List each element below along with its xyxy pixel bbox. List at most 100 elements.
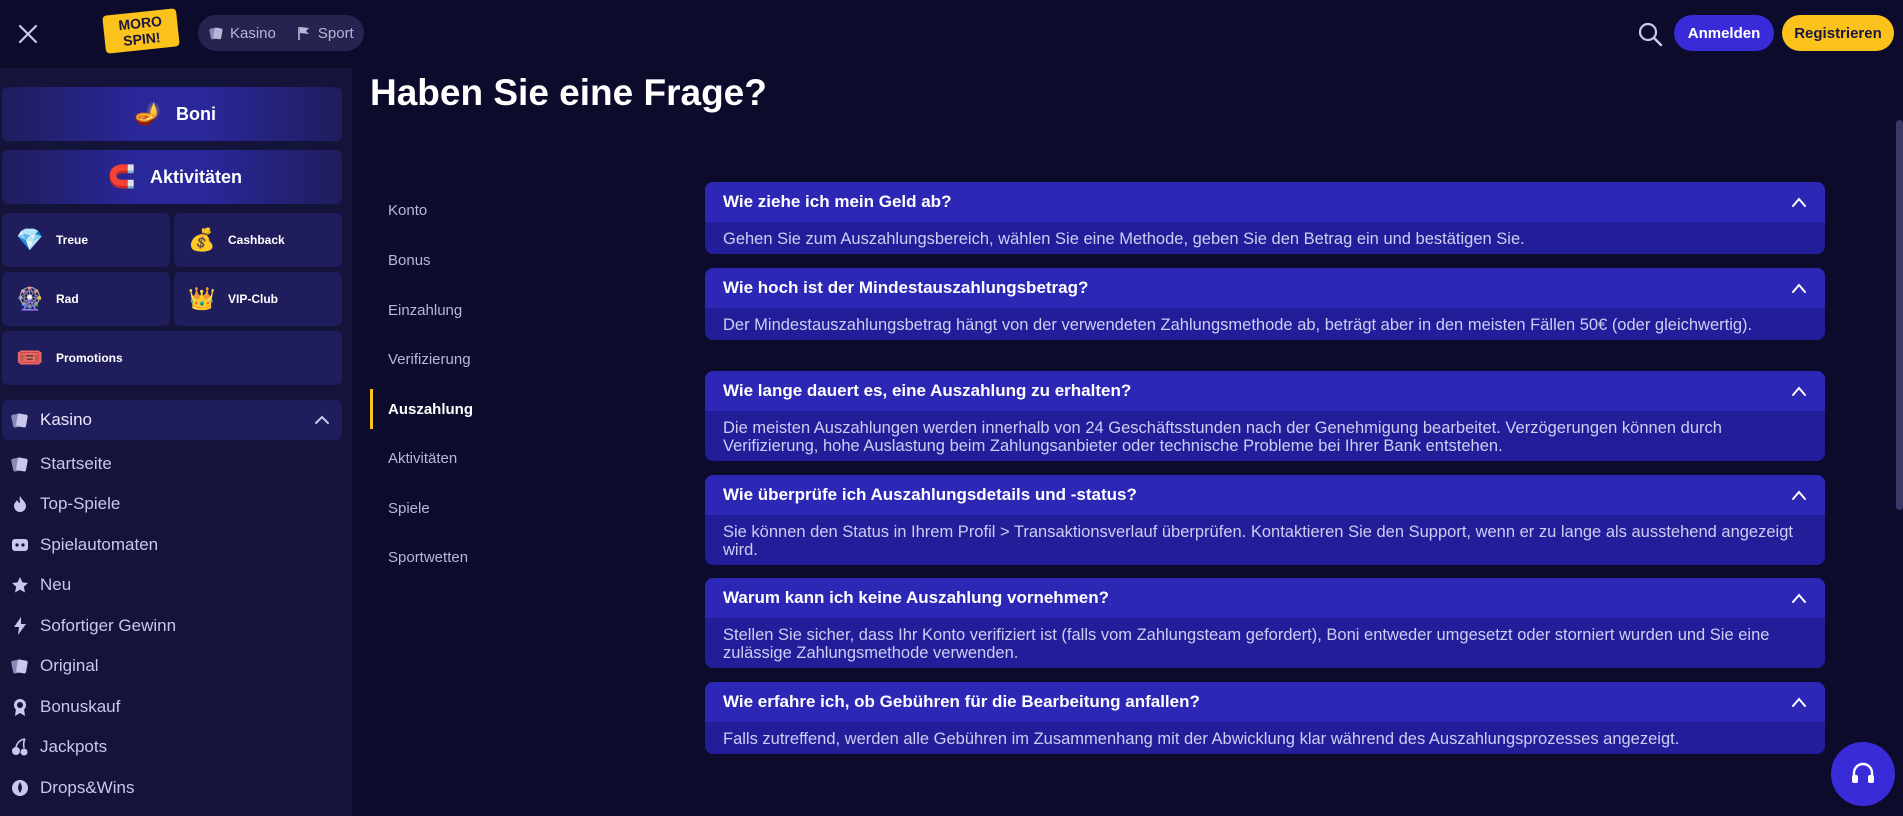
sidebar-item-label: Sofortiger Gewinn (40, 616, 177, 635)
faq-question[interactable]: Wie erfahre ich, ob Gebühren für die Bea… (705, 682, 1825, 722)
promo-cashback[interactable]: 💰 Cashback (174, 213, 342, 267)
chevron-up-icon (1792, 197, 1806, 207)
tab-sport[interactable]: Sport (296, 25, 354, 42)
sidebar-item-top-spiele[interactable]: Top-Spiele (10, 494, 120, 514)
register-button[interactable]: Registrieren (1782, 15, 1894, 51)
faq-answer: Die meisten Auszahlungen werden innerhal… (723, 419, 1722, 455)
cards-icon (209, 27, 223, 40)
top-tabs: Kasino Sport (198, 15, 364, 51)
promo-promotions-label: Promotions (56, 351, 123, 365)
slot-icon (12, 539, 28, 551)
faq-question[interactable]: Warum kann ich keine Auszahlung vornehme… (705, 578, 1825, 618)
cherry-icon (12, 738, 28, 756)
faq-question-text: Warum kann ich keine Auszahlung vornehme… (723, 588, 1110, 607)
star-icon (12, 577, 28, 593)
money-bag-icon: 💰 (188, 227, 216, 252)
faq-category-einzahlung[interactable]: Einzahlung (370, 290, 570, 330)
promo-cashback-label: Cashback (228, 233, 285, 247)
sidebar-item-label: Neu (40, 575, 72, 594)
faq-category-aktivitaeten[interactable]: Aktivitäten (370, 438, 570, 478)
faq-category-verifizierung[interactable]: Verifizierung (370, 339, 570, 379)
sidebar-item-label: Drops&Wins (40, 778, 135, 797)
sidebar-item-label: Bonuskauf (40, 697, 121, 716)
sidebar-item-original[interactable]: Original (10, 656, 99, 676)
sidebar-item-startseite[interactable]: Startseite (10, 454, 112, 474)
faq-category-konto[interactable]: Konto (370, 190, 570, 230)
faq-item[interactable]: Wie ziehe ich mein Geld ab? Gehen Sie zu… (705, 182, 1825, 254)
faq-question[interactable]: Wie ziehe ich mein Geld ab? (705, 182, 1825, 222)
faq-item[interactable]: Wie lange dauert es, eine Auszahlung zu … (705, 371, 1825, 461)
promo-boni[interactable]: 🪔 Boni (2, 87, 342, 141)
sidebar-item-label: Jackpots (40, 737, 108, 756)
faq-answer: Sie können den Status in Ihrem Profil > … (723, 523, 1793, 559)
vip-crown-icon: 👑 (188, 286, 216, 311)
chevron-up-icon (1792, 283, 1806, 293)
faq-answer: Der Mindestauszahlungsbetrag hängt von d… (723, 316, 1753, 334)
flag-icon (298, 27, 309, 40)
promo-treue-label: Treue (56, 233, 89, 247)
faq-item[interactable]: Wie erfahre ich, ob Gebühren für die Bea… (705, 682, 1825, 754)
promo-boni-label: Boni (176, 103, 216, 124)
login-button[interactable]: Anmelden (1674, 15, 1774, 51)
tab-kasino-label: Kasino (230, 24, 276, 42)
promo-rad[interactable]: 🎡 Rad (2, 272, 170, 326)
faq-question[interactable]: Wie lange dauert es, eine Auszahlung zu … (705, 371, 1825, 411)
sidebar-item-sofortiger-gewinn[interactable]: Sofortiger Gewinn (10, 616, 176, 636)
tab-kasino[interactable]: Kasino (208, 25, 276, 42)
chevron-up-icon (1792, 386, 1806, 396)
faq-item[interactable]: Wie hoch ist der Mindestauszahlungsbetra… (705, 268, 1825, 340)
faq-category-sportwetten[interactable]: Sportwetten (370, 537, 570, 577)
promo-treue[interactable]: 💎 Treue (2, 213, 170, 267)
scrollbar[interactable] (1896, 120, 1903, 510)
headset-icon (1852, 762, 1874, 783)
sidebar-item-neu[interactable]: Neu (10, 575, 71, 595)
sidebar-item-label: Original (40, 656, 99, 675)
gem-icon: 💎 (16, 227, 44, 252)
faq-question[interactable]: Wie überprüfe ich Auszahlungsdetails und… (705, 475, 1825, 515)
sidebar-item-label: Spielautomaten (40, 535, 159, 554)
sidebar: 🪔 Boni 🧲 Aktivitäten 💎 Treue 💰 Cashback … (0, 68, 352, 816)
faq-answer: Falls zutreffend, werden alle Gebühren i… (723, 730, 1680, 748)
faq-question-text: Wie lange dauert es, eine Auszahlung zu … (723, 381, 1132, 400)
header: MORO SPIN! Kasino Sport Anmelden Registr… (0, 0, 1903, 68)
promo-promotions[interactable]: 🎟️ Promotions (2, 331, 342, 385)
sidebar-category-kasino[interactable]: Kasino (2, 400, 342, 440)
faq-question[interactable]: Wie hoch ist der Mindestauszahlungsbetra… (705, 268, 1825, 308)
faq-question-text: Wie erfahre ich, ob Gebühren für die Bea… (723, 692, 1200, 711)
promo-aktivitaeten-label: Aktivitäten (149, 166, 243, 187)
faq-answer: Stellen Sie sicher, dass Ihr Konto verif… (723, 626, 1770, 662)
sidebar-item-jackpots[interactable]: Jackpots (10, 737, 107, 757)
sidebar-item-drops-wins[interactable]: Drops&Wins (10, 778, 134, 798)
faq-category-spiele[interactable]: Spiele (370, 488, 570, 528)
sidebar-item-label: Startseite (40, 454, 112, 473)
faq-category-bonus[interactable]: Bonus (370, 240, 570, 280)
sidebar-item-label: Top-Spiele (40, 494, 121, 513)
faq-item[interactable]: Wie überprüfe ich Auszahlungsdetails und… (705, 475, 1825, 565)
ticket-icon: 🎟️ (16, 345, 44, 370)
chevron-up-icon (1792, 697, 1806, 707)
faq-category-auszahlung[interactable]: Auszahlung (370, 389, 570, 429)
genie-lamp-icon: 🪔 (134, 101, 162, 126)
search-icon[interactable] (1636, 20, 1664, 48)
logo[interactable]: MORO SPIN! (100, 8, 182, 54)
promo-vip-club-label: VIP-Club (228, 292, 278, 306)
promo-rad-label: Rad (56, 292, 79, 306)
cards-icon (11, 413, 28, 428)
sidebar-item-spielautomaten[interactable]: Spielautomaten (10, 535, 158, 555)
promo-vip-club[interactable]: 👑 VIP-Club (174, 272, 342, 326)
close-icon[interactable] (14, 20, 42, 48)
sidebar-item-bonuskauf[interactable]: Bonuskauf (10, 697, 120, 717)
cards-icon (11, 659, 28, 674)
chevron-up-icon (1792, 593, 1806, 603)
promo-aktivitaeten[interactable]: 🧲 Aktivitäten (2, 150, 342, 204)
sidebar-category-label: Kasino (40, 410, 92, 429)
tab-sport-label: Sport (317, 24, 354, 42)
flame-icon (14, 496, 26, 512)
magnet-icon: 🧲 (108, 164, 136, 189)
lightning-icon (14, 617, 26, 635)
wheel-icon: 🎡 (16, 286, 44, 311)
support-button[interactable] (1831, 742, 1895, 806)
chevron-up-icon (1792, 490, 1806, 500)
faq-item[interactable]: Warum kann ich keine Auszahlung vornehme… (705, 578, 1825, 668)
medal-icon (14, 699, 26, 716)
